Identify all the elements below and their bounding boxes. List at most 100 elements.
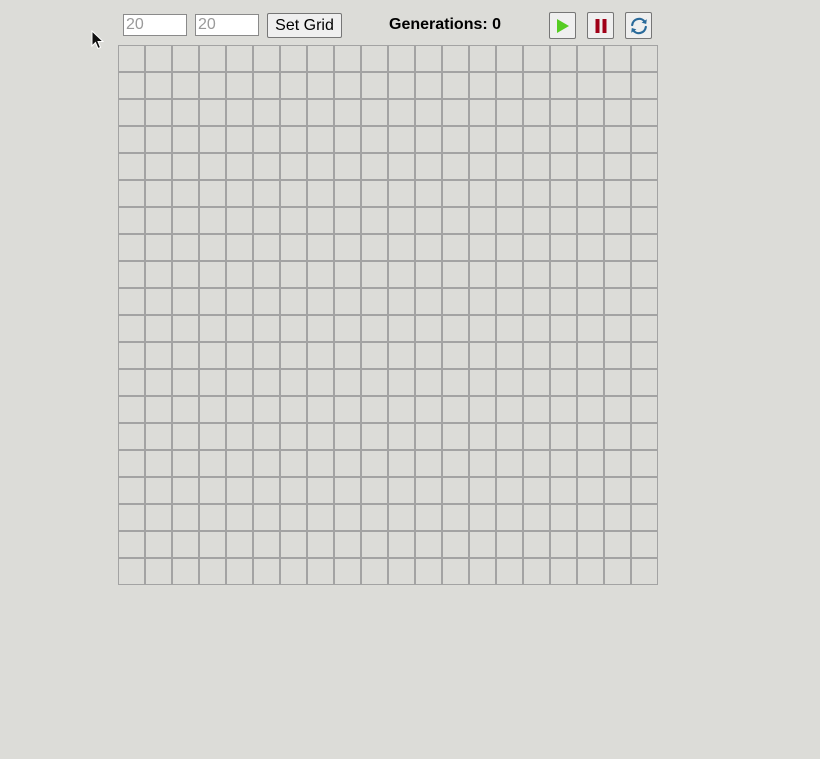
- grid-cell[interactable]: [469, 153, 496, 180]
- grid-cell[interactable]: [604, 180, 631, 207]
- grid-cell[interactable]: [280, 153, 307, 180]
- grid-cell[interactable]: [442, 315, 469, 342]
- grid-cell[interactable]: [280, 477, 307, 504]
- grid-cell[interactable]: [523, 234, 550, 261]
- play-button[interactable]: [549, 12, 576, 39]
- grid-cell[interactable]: [226, 342, 253, 369]
- grid-cell[interactable]: [442, 207, 469, 234]
- grid-cell[interactable]: [496, 126, 523, 153]
- grid-cell[interactable]: [361, 72, 388, 99]
- grid-cell[interactable]: [172, 369, 199, 396]
- grid-cell[interactable]: [604, 207, 631, 234]
- grid-cell[interactable]: [631, 180, 658, 207]
- grid-cell[interactable]: [631, 234, 658, 261]
- grid-cell[interactable]: [604, 531, 631, 558]
- grid-cell[interactable]: [442, 504, 469, 531]
- grid-cell[interactable]: [253, 558, 280, 585]
- grid-cell[interactable]: [334, 261, 361, 288]
- grid-cell[interactable]: [199, 423, 226, 450]
- grid-cell[interactable]: [469, 261, 496, 288]
- grid-cell[interactable]: [145, 450, 172, 477]
- grid-cell[interactable]: [388, 450, 415, 477]
- grid-cell[interactable]: [199, 558, 226, 585]
- grid-cell[interactable]: [469, 531, 496, 558]
- grid-cell[interactable]: [415, 153, 442, 180]
- grid-cell[interactable]: [523, 423, 550, 450]
- grid-cell[interactable]: [496, 558, 523, 585]
- grid-cell[interactable]: [604, 72, 631, 99]
- grid-cell[interactable]: [442, 99, 469, 126]
- grid-cell[interactable]: [253, 126, 280, 153]
- grid-cell[interactable]: [388, 369, 415, 396]
- grid-cell[interactable]: [253, 180, 280, 207]
- grid-cell[interactable]: [604, 450, 631, 477]
- grid-cell[interactable]: [307, 45, 334, 72]
- grid-cell[interactable]: [442, 261, 469, 288]
- grid-cell[interactable]: [442, 72, 469, 99]
- grid-cell[interactable]: [226, 396, 253, 423]
- grid-cell[interactable]: [172, 558, 199, 585]
- grid-cell[interactable]: [604, 396, 631, 423]
- grid-cell[interactable]: [415, 531, 442, 558]
- grid-cell[interactable]: [550, 315, 577, 342]
- grid-cell[interactable]: [280, 342, 307, 369]
- grid-cell[interactable]: [361, 99, 388, 126]
- grid-cell[interactable]: [307, 396, 334, 423]
- grid-cell[interactable]: [469, 72, 496, 99]
- grid-cell[interactable]: [145, 99, 172, 126]
- grid-cell[interactable]: [118, 99, 145, 126]
- grid-cell[interactable]: [307, 558, 334, 585]
- grid-cell[interactable]: [307, 126, 334, 153]
- grid-cell[interactable]: [415, 369, 442, 396]
- grid-cell[interactable]: [199, 180, 226, 207]
- grid-cell[interactable]: [253, 234, 280, 261]
- grid-cell[interactable]: [307, 261, 334, 288]
- grid-cell[interactable]: [334, 342, 361, 369]
- grid-cell[interactable]: [550, 234, 577, 261]
- grid-cell[interactable]: [388, 504, 415, 531]
- grid-cell[interactable]: [550, 342, 577, 369]
- grid-cell[interactable]: [388, 72, 415, 99]
- grid-cell[interactable]: [226, 450, 253, 477]
- grid-cell[interactable]: [550, 396, 577, 423]
- grid-cell[interactable]: [361, 504, 388, 531]
- grid-cell[interactable]: [523, 288, 550, 315]
- grid-cell[interactable]: [388, 261, 415, 288]
- grid-cell[interactable]: [442, 396, 469, 423]
- grid-cell[interactable]: [550, 126, 577, 153]
- grid-cell[interactable]: [496, 234, 523, 261]
- grid-cell[interactable]: [469, 234, 496, 261]
- grid-cell[interactable]: [415, 423, 442, 450]
- grid-cell[interactable]: [469, 180, 496, 207]
- grid-cell[interactable]: [388, 342, 415, 369]
- grid-cell[interactable]: [199, 288, 226, 315]
- grid-cell[interactable]: [280, 558, 307, 585]
- grid-cell[interactable]: [523, 99, 550, 126]
- grid-cell[interactable]: [118, 558, 145, 585]
- grid-cell[interactable]: [469, 99, 496, 126]
- grid-cell[interactable]: [307, 180, 334, 207]
- grid-cell[interactable]: [280, 450, 307, 477]
- grid-cell[interactable]: [523, 315, 550, 342]
- grid-cell[interactable]: [469, 477, 496, 504]
- grid-cell[interactable]: [145, 45, 172, 72]
- grid-cell[interactable]: [145, 504, 172, 531]
- grid-cell[interactable]: [253, 261, 280, 288]
- grid-cell[interactable]: [199, 126, 226, 153]
- grid-cell[interactable]: [118, 423, 145, 450]
- grid-cell[interactable]: [280, 45, 307, 72]
- grid-cell[interactable]: [577, 396, 604, 423]
- grid-cell[interactable]: [361, 423, 388, 450]
- grid-cell[interactable]: [361, 342, 388, 369]
- grid-cell[interactable]: [145, 207, 172, 234]
- grid-cell[interactable]: [631, 342, 658, 369]
- grid-cell[interactable]: [577, 369, 604, 396]
- grid-cell[interactable]: [604, 288, 631, 315]
- grid-cell[interactable]: [253, 207, 280, 234]
- grid-cell[interactable]: [307, 72, 334, 99]
- grid-cell[interactable]: [172, 342, 199, 369]
- grid-cell[interactable]: [361, 126, 388, 153]
- grid-cell[interactable]: [172, 72, 199, 99]
- grid-cell[interactable]: [469, 450, 496, 477]
- grid-cell[interactable]: [604, 315, 631, 342]
